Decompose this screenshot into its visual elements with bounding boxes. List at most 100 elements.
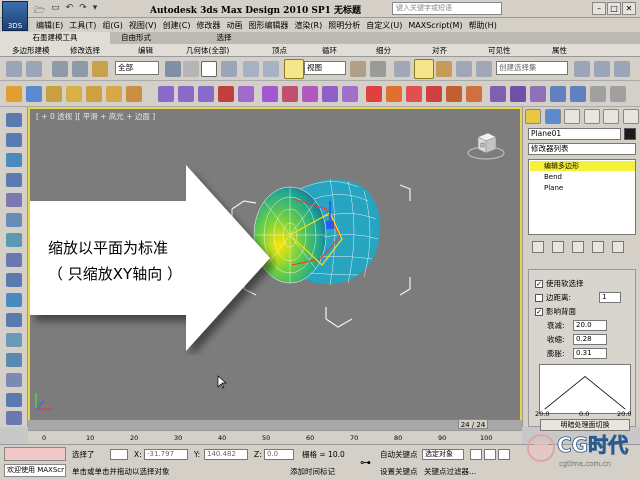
hierarchy-tab-icon[interactable] xyxy=(564,109,581,124)
remove-modifier-icon[interactable] xyxy=(592,241,604,253)
slice-icon[interactable] xyxy=(510,86,526,102)
measure-icon[interactable] xyxy=(6,193,22,207)
edge-distance-checkbox[interactable] xyxy=(535,293,543,302)
menu-help[interactable]: 帮助(H) xyxy=(469,20,497,31)
key-filters-button[interactable]: 关键点过滤器... xyxy=(424,466,476,477)
pivot-icon[interactable] xyxy=(6,233,22,247)
timeline-ruler[interactable]: 0 10 20 30 40 50 60 70 80 90 100 xyxy=(28,430,522,444)
align-view-icon[interactable] xyxy=(6,113,22,127)
reference-coordinate-dropdown[interactable]: 视图 xyxy=(304,61,346,75)
panel-poly-modeling[interactable]: 多边形建模 xyxy=(12,44,50,57)
redo-icon[interactable] xyxy=(26,61,42,77)
show-end-result-icon[interactable] xyxy=(552,241,564,253)
object-color-swatch[interactable] xyxy=(624,128,636,140)
modifier-list-dropdown[interactable]: 修改器列表 xyxy=(528,143,636,155)
close-button[interactable]: ✕ xyxy=(622,2,636,15)
pinch-field[interactable]: 0.28 xyxy=(573,334,607,345)
orbit-icon[interactable] xyxy=(6,133,22,147)
quickslice-icon[interactable] xyxy=(530,86,546,102)
menu-group[interactable]: 组(G) xyxy=(102,20,122,31)
stack-item-bend[interactable]: Bend xyxy=(530,172,635,182)
menu-animation[interactable]: 动画 xyxy=(226,20,242,31)
chamfer-icon[interactable] xyxy=(322,86,338,102)
modify-tab-icon[interactable] xyxy=(544,109,561,124)
stack-item-plane[interactable]: Plane xyxy=(530,183,635,193)
menu-tools[interactable]: 工具(T) xyxy=(69,20,96,31)
sphere-select-icon[interactable] xyxy=(6,153,22,167)
snap-toggle-icon[interactable] xyxy=(394,61,410,77)
rectangular-selection-icon[interactable] xyxy=(201,61,217,77)
noise-icon[interactable] xyxy=(466,86,482,102)
render-setup-icon[interactable] xyxy=(66,86,82,102)
render-icon[interactable] xyxy=(106,86,122,102)
use-soft-selection-row[interactable]: ✓ 使用软选择 xyxy=(535,278,584,289)
make-unique-icon[interactable] xyxy=(572,241,584,253)
lock-selection-icon[interactable] xyxy=(110,449,128,460)
panel-edit[interactable]: 编辑 xyxy=(138,44,153,57)
add-time-tag[interactable]: 添加时间标记 xyxy=(290,466,335,477)
smooth-icon[interactable] xyxy=(446,86,462,102)
open-icon[interactable]: 🗁 xyxy=(34,3,45,16)
vertex-mode-icon[interactable] xyxy=(158,86,174,102)
deform-paint-icon[interactable] xyxy=(366,86,382,102)
connect-icon[interactable] xyxy=(342,86,358,102)
search-input[interactable]: 键入关键字或短语 xyxy=(392,2,502,15)
relax-icon[interactable] xyxy=(426,86,442,102)
bind-space-warp-icon[interactable] xyxy=(92,61,108,77)
menu-modifiers[interactable]: 修改器 xyxy=(196,20,220,31)
minimize-button[interactable]: – xyxy=(592,2,606,15)
y-coordinate-field[interactable]: 140.482 xyxy=(204,449,248,460)
scale-icon[interactable] xyxy=(284,59,304,79)
perspective-viewport[interactable]: [ + 0 透视 ][ 平滑 + 高光 + 边面 ] 前 缩放以平面为标准 （ … xyxy=(28,107,522,427)
tessellate-icon[interactable] xyxy=(590,86,606,102)
frame-counter[interactable]: 24 / 24 xyxy=(458,419,488,429)
save-icon[interactable]: ▭ xyxy=(51,3,60,15)
panel-align[interactable]: 对齐 xyxy=(432,44,447,57)
panel-loops[interactable]: 循环 xyxy=(322,44,337,57)
menu-edit[interactable]: 编辑(E) xyxy=(36,20,63,31)
menu-customize[interactable]: 自定义(U) xyxy=(366,20,402,31)
object-name-field[interactable]: Plane01 xyxy=(528,128,621,140)
loop-icon[interactable] xyxy=(6,333,22,347)
rendered-frame-icon[interactable] xyxy=(86,86,102,102)
inset-icon[interactable] xyxy=(302,86,318,102)
tab-freeform[interactable]: 自由形式 xyxy=(110,32,162,44)
display-icon[interactable] xyxy=(6,293,22,307)
tab-selection[interactable]: 选择 xyxy=(204,32,244,44)
paint-icon[interactable] xyxy=(6,173,22,187)
edge-distance-row[interactable]: 边距离: xyxy=(535,292,571,303)
mirror-icon[interactable] xyxy=(574,61,590,77)
select-by-name-icon[interactable] xyxy=(183,61,199,77)
set-key-button[interactable]: 设置关键点 xyxy=(380,466,418,477)
utilities-icon[interactable] xyxy=(6,313,22,327)
pin-stack-icon[interactable] xyxy=(532,241,544,253)
panel-modify-selection[interactable]: 修改选择 xyxy=(70,44,100,57)
element-mode-icon[interactable] xyxy=(238,86,254,102)
shift-brush-icon[interactable] xyxy=(386,86,402,102)
shrink-icon[interactable] xyxy=(6,393,22,407)
prev-frame-icon[interactable] xyxy=(484,449,496,460)
tab-graphite-modeling[interactable]: 石墨建模工具 xyxy=(0,32,110,44)
maxscript-listener[interactable] xyxy=(4,447,66,461)
layer-manager-icon[interactable] xyxy=(614,61,630,77)
app-logo-button[interactable]: 3DS xyxy=(2,1,28,31)
configure-sets-icon[interactable] xyxy=(612,241,624,253)
undo-icon[interactable]: ↶ xyxy=(66,3,74,15)
named-selection-icon[interactable] xyxy=(476,61,492,77)
falloff-field[interactable]: 20.0 xyxy=(573,320,607,331)
target-weld-icon[interactable] xyxy=(570,86,586,102)
key-icon[interactable]: ⊶ xyxy=(360,457,371,468)
panel-geometry-all[interactable]: 几何体(全部) xyxy=(186,44,229,57)
extrude-icon[interactable] xyxy=(262,86,278,102)
meshsmooth-icon[interactable] xyxy=(610,86,626,102)
polygon-mode-icon[interactable] xyxy=(218,86,234,102)
rotate-icon[interactable] xyxy=(263,61,279,77)
create-tab-icon[interactable] xyxy=(525,109,541,124)
play-icon[interactable] xyxy=(498,449,510,460)
affect-backfacing-row[interactable]: ✓ 影响背面 xyxy=(535,306,576,317)
selection-filter-dropdown[interactable]: 全部 xyxy=(115,61,159,75)
panel-vertices[interactable]: 顶点 xyxy=(272,44,287,57)
hierarchy-icon[interactable] xyxy=(6,253,22,267)
window-crossing-icon[interactable] xyxy=(221,61,237,77)
symmetry-icon[interactable] xyxy=(6,213,22,227)
